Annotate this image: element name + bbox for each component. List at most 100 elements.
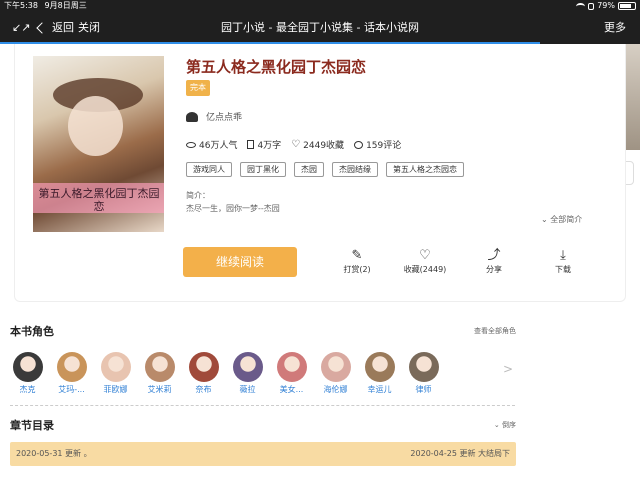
author-avatar-icon <box>186 111 198 122</box>
top-bar: 下午5:38 9月8日周三 79% ↙↗ 返回 关闭 园丁小说 - 最全园丁小说… <box>0 0 640 44</box>
tag[interactable]: 园丁黑化 <box>240 162 286 177</box>
role-item[interactable]: 幸运儿 <box>362 352 397 398</box>
role-list: 杰克 艾玛-... 菲欧娜 艾米莉 奈布 薇拉 美女... 海伦娜 幸运儿 律师 <box>10 352 510 398</box>
nav-bar: ↙↗ 返回 关闭 园丁小说 - 最全园丁小说集 - 话本小说网 更多 <box>0 12 640 44</box>
tag-list: 游戏同人 园丁黑化 杰园 杰园结缘 第五人格之杰园恋 <box>186 162 464 177</box>
stat-popularity: 46万人气 <box>186 138 237 151</box>
continue-reading-button[interactable]: 继续阅读 <box>183 247 297 277</box>
stat-words-value: 4万字 <box>257 141 282 151</box>
tag[interactable]: 杰园结缘 <box>332 162 378 177</box>
tag[interactable]: 游戏同人 <box>186 162 232 177</box>
battery-percent: 79% <box>597 1 615 10</box>
author-row[interactable]: 亿点点乖 <box>186 110 242 123</box>
tag[interactable]: 第五人格之杰园恋 <box>386 162 464 177</box>
latest-chapter-bar[interactable]: 2020-05-31 更新 。 2020-04-25 更新 大结局下 <box>10 442 516 466</box>
role-item[interactable]: 艾米莉 <box>142 352 177 398</box>
role-name: 律师 <box>415 385 432 394</box>
role-item[interactable]: 奈布 <box>186 352 221 398</box>
role-name: 幸运儿 <box>367 385 392 394</box>
avatar <box>12 352 43 382</box>
view-all-roles-link[interactable]: 查看全部角色 <box>474 326 516 336</box>
tip-button[interactable]: ✎ 打赏(2) <box>327 248 387 275</box>
latest-chapter-link[interactable]: 2020-04-25 更新 大结局下 <box>410 442 510 466</box>
intro-text: 杰尽一生，园你一梦--杰园 <box>186 204 280 213</box>
book-title: 第五人格之黑化园丁杰园恋 <box>186 58 367 76</box>
avatar <box>408 352 439 382</box>
download-icon: ⤓ <box>560 248 566 263</box>
stat-comments: 159评论 <box>354 138 401 151</box>
status-badge: 完本 <box>186 80 210 96</box>
chevron-down-icon: ⌄ <box>541 215 551 224</box>
heart-icon: ♡ <box>419 248 431 263</box>
avatar <box>100 352 131 382</box>
download-button[interactable]: ⤓ 下载 <box>533 248 593 275</box>
battery-fill <box>620 4 631 8</box>
status-time-date: 下午5:38 9月8日周三 <box>4 0 87 12</box>
avatar <box>320 352 351 382</box>
stat-popularity-value: 46万人气 <box>199 141 238 151</box>
cover-art-face <box>68 96 123 156</box>
stat-comments-value: 159评论 <box>366 141 402 151</box>
role-name: 海伦娜 <box>323 385 348 394</box>
chevron-right-icon[interactable]: > <box>503 362 513 376</box>
side-thumbnail <box>626 44 640 150</box>
download-label: 下载 <box>555 265 571 274</box>
role-item[interactable]: 杰克 <box>10 352 45 398</box>
role-item[interactable]: 薇拉 <box>230 352 265 398</box>
avatar <box>276 352 307 382</box>
eye-icon <box>186 141 196 148</box>
favorite-label: 收藏(2449) <box>403 265 447 274</box>
stat-favorites-value: 2449收藏 <box>303 141 345 151</box>
share-icon: ⤴ <box>487 248 501 263</box>
status-indicators: 79% <box>576 0 636 12</box>
more-button[interactable]: 更多 <box>604 12 626 44</box>
role-item[interactable]: 美女... <box>274 352 309 398</box>
update-date-left: 2020-05-31 更新 。 <box>16 449 92 458</box>
role-name: 奈布 <box>195 385 212 394</box>
status-date: 9月8日周三 <box>44 1 87 10</box>
roles-section-title: 本书角色 <box>10 325 54 338</box>
status-time: 下午5:38 <box>4 1 38 10</box>
full-intro-link[interactable]: ⌄ 全部简介 <box>541 214 582 225</box>
magic-wand-icon: ✎ <box>351 248 363 263</box>
avatar <box>144 352 175 382</box>
role-name: 菲欧娜 <box>103 385 128 394</box>
comment-icon <box>354 140 364 149</box>
favorite-button[interactable]: ♡ 收藏(2449) <box>395 248 455 275</box>
tag[interactable]: 杰园 <box>294 162 324 177</box>
share-button[interactable]: ⤴ 分享 <box>464 248 524 275</box>
book-stats: 46万人气 4万字 ♡ 2449收藏 159评论 <box>186 138 401 151</box>
role-name: 杰克 <box>19 385 36 394</box>
role-name: 薇拉 <box>239 385 256 394</box>
role-name: 艾玛-... <box>58 385 85 394</box>
full-intro-label: 全部简介 <box>550 215 583 224</box>
wifi-icon <box>576 2 586 10</box>
stat-words: 4万字 <box>247 138 281 151</box>
document-icon <box>247 140 255 149</box>
avatar <box>232 352 263 382</box>
divider <box>10 405 515 406</box>
stat-favorites: ♡ 2449收藏 <box>291 138 344 151</box>
reverse-order-toggle[interactable]: ⌄ 倒序 <box>494 420 516 430</box>
rotation-lock-icon <box>588 2 595 10</box>
battery-icon <box>618 2 636 10</box>
role-item[interactable]: 艾玛-... <box>54 352 89 398</box>
page-title: 园丁小说 - 最全园丁小说集 - 话本小说网 <box>221 21 419 34</box>
status-bar: 下午5:38 9月8日周三 79% <box>0 0 640 12</box>
role-name: 美女... <box>279 385 304 394</box>
heart-icon: ♡ <box>291 138 301 150</box>
avatar <box>188 352 219 382</box>
avatar <box>364 352 395 382</box>
tip-label: 打赏(2) <box>343 265 371 274</box>
role-item[interactable]: 菲欧娜 <box>98 352 133 398</box>
role-item[interactable]: 律师 <box>406 352 441 398</box>
reverse-order-label: 倒序 <box>502 421 516 429</box>
role-item[interactable]: 海伦娜 <box>318 352 353 398</box>
role-name: 艾米莉 <box>147 385 172 394</box>
book-cover[interactable]: 第五人格之黑化园丁杰园恋 <box>33 56 164 232</box>
chapters-section-title: 章节目录 <box>10 419 54 432</box>
avatar <box>56 352 87 382</box>
cover-title-text: 第五人格之黑化园丁杰园恋 <box>38 187 160 213</box>
author-name: 亿点点乖 <box>206 113 243 123</box>
chevron-down-icon: ⌄ <box>493 421 502 429</box>
